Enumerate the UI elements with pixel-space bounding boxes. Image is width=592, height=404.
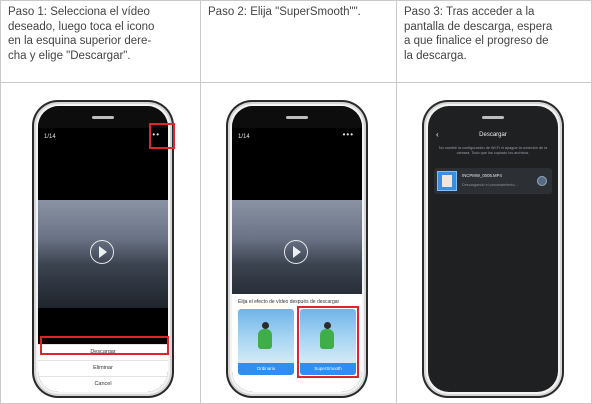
option-ordinary[interactable]: Ordinario bbox=[238, 309, 294, 375]
thumbnail-image bbox=[442, 175, 452, 187]
media-counter: 1/14 bbox=[44, 134, 56, 140]
speaker-notch bbox=[92, 116, 114, 119]
step-3-line-3: a que finalice el progreso de bbox=[404, 35, 549, 47]
download-warning-note: No cambie la configuración de Wi-Fi ni a… bbox=[438, 146, 548, 155]
option-ordinary-label: Ordinario bbox=[238, 363, 294, 375]
phone-mockup-step-2: 1/14 ••• Elija el efecto de vídeo despué… bbox=[226, 100, 368, 398]
speaker-notch bbox=[286, 116, 308, 119]
more-dots-icon[interactable]: ••• bbox=[343, 130, 354, 139]
delete-option[interactable]: Eliminar bbox=[38, 360, 168, 376]
highlight-menu-icon bbox=[149, 123, 175, 149]
column-divider-1 bbox=[200, 0, 201, 404]
file-status: Descargando el procesamiento... bbox=[462, 183, 518, 187]
download-item[interactable]: INCPMW_0005.MP4 Descargando el procesami… bbox=[434, 168, 552, 194]
skier-image-head bbox=[262, 322, 269, 329]
video-preview[interactable] bbox=[38, 200, 168, 308]
step-1-line-1: Paso 1: Selecciona el vídeo bbox=[8, 6, 150, 18]
step-1-line-3: en la esquina superior dere- bbox=[8, 35, 152, 47]
step-3-text: Paso 3: Tras acceder a la pantalla de de… bbox=[404, 5, 586, 63]
step-2-line-1: Paso 2: Elija "SuperSmooth"". bbox=[208, 6, 361, 18]
highlight-download-option bbox=[40, 336, 169, 355]
video-preview[interactable] bbox=[232, 200, 362, 308]
play-icon[interactable] bbox=[284, 240, 308, 264]
skier-image bbox=[258, 329, 272, 349]
row-divider bbox=[0, 82, 592, 83]
step-2-text: Paso 2: Elija "SuperSmooth"". bbox=[208, 5, 390, 20]
file-name: INCPMW_0005.MP4 bbox=[462, 173, 502, 178]
instruction-table: Paso 1: Selecciona el vídeo deseado, lue… bbox=[0, 0, 592, 404]
step-1-line-2: deseado, luego toca el icono bbox=[8, 20, 155, 33]
progress-icon bbox=[537, 176, 547, 186]
phone-mockup-step-3: ‹ Descargar No cambie la configuración d… bbox=[422, 100, 564, 398]
step-3-line-1: Paso 3: Tras acceder a la bbox=[404, 6, 535, 18]
column-divider-2 bbox=[396, 0, 397, 404]
step-3-line-2: pantalla de descarga, espera bbox=[404, 20, 553, 33]
video-thumbnail bbox=[437, 171, 457, 191]
media-counter: 1/14 bbox=[238, 134, 250, 140]
phone-screen-3: ‹ Descargar No cambie la configuración d… bbox=[428, 106, 558, 392]
step-3-line-4: la descarga. bbox=[404, 49, 467, 62]
highlight-supersmooth bbox=[297, 306, 359, 378]
step-1-line-4: cha y elige "Descargar". bbox=[8, 49, 131, 62]
cancel-option[interactable]: Cancel bbox=[38, 376, 168, 392]
step-1-text: Paso 1: Selecciona el vídeo deseado, lue… bbox=[8, 5, 193, 63]
download-page-title: Descargar bbox=[479, 132, 507, 138]
phone-mockup-step-1: 1/14 ••• Descargar Eliminar Cancel bbox=[32, 100, 175, 398]
play-icon[interactable] bbox=[90, 240, 114, 264]
dialog-title: Elija el efecto de vídeo después de desc… bbox=[238, 299, 340, 305]
speaker-notch bbox=[482, 116, 504, 119]
